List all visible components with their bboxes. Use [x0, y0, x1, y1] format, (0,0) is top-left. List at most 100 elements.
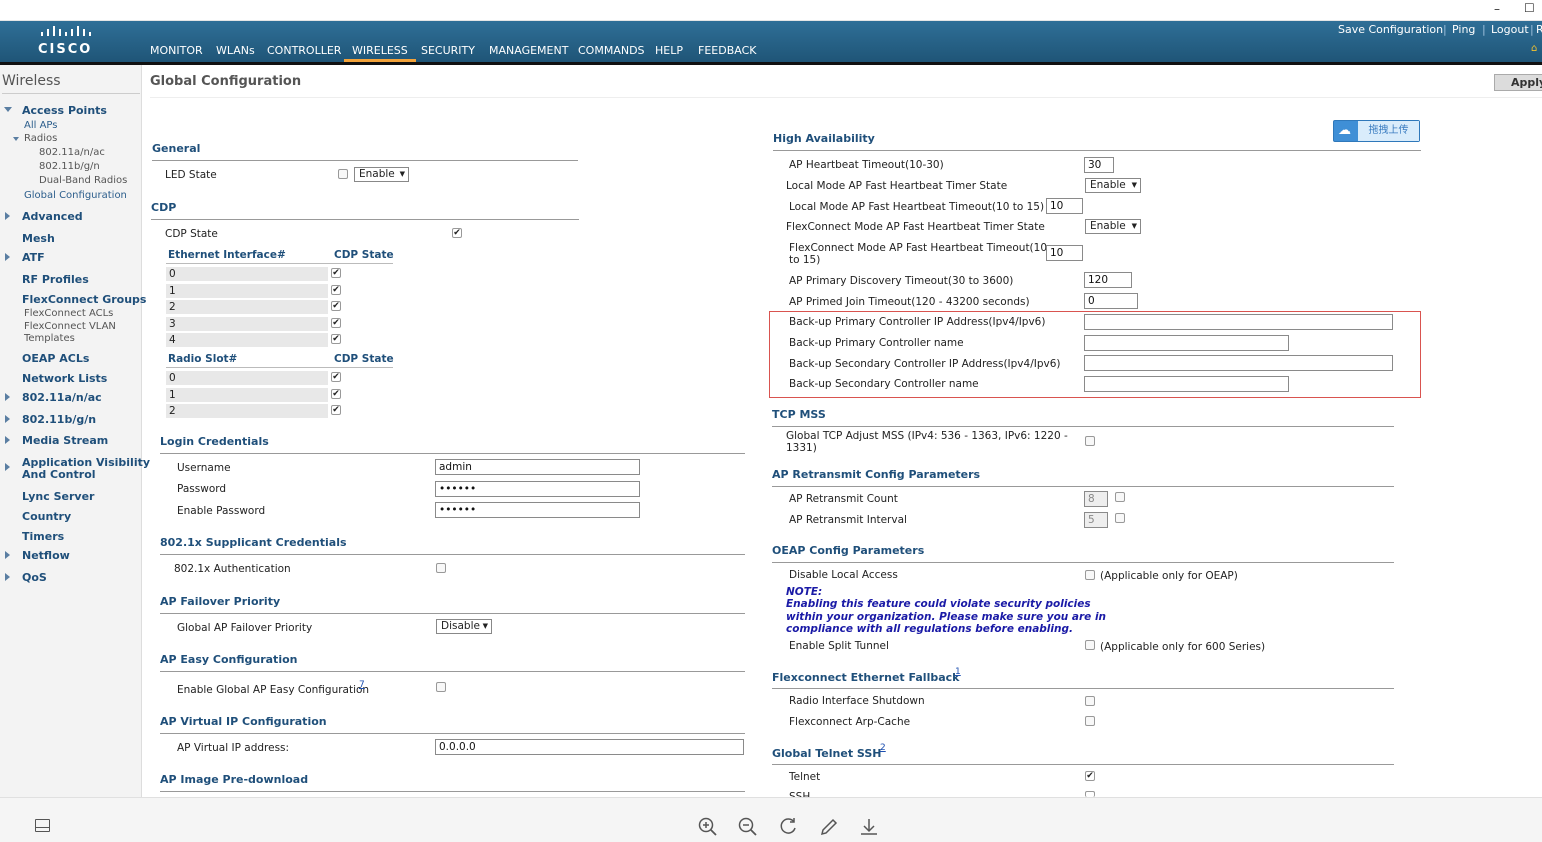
- sidebar-item-radio-a[interactable]: 802.11a/n/ac: [39, 147, 105, 158]
- apply-button[interactable]: Apply: [1494, 74, 1542, 91]
- upload-button[interactable]: ☁ 拖拽上传: [1333, 120, 1420, 142]
- led-state-select[interactable]: Enable ▼: [354, 167, 409, 182]
- username-input[interactable]: admin: [435, 459, 640, 475]
- arp-cache-checkbox[interactable]: [1085, 716, 1095, 726]
- tcp-mss-checkbox[interactable]: [1085, 436, 1095, 446]
- retransmit-interval-input[interactable]: 5: [1084, 512, 1108, 528]
- nav-wlans[interactable]: WLANs: [216, 44, 255, 57]
- sidebar-item-media-stream[interactable]: Media Stream: [22, 434, 108, 447]
- retransmit-count-input[interactable]: 8: [1084, 491, 1108, 507]
- virtual-ip-input[interactable]: 0.0.0.0: [435, 739, 744, 755]
- primary-discovery-timeout-input[interactable]: 120: [1084, 272, 1132, 288]
- expand-right-icon[interactable]: [5, 573, 10, 581]
- sidebar-item-radios[interactable]: Radios: [24, 133, 57, 144]
- expand-right-icon[interactable]: [5, 463, 10, 471]
- sidebar-item-flexconnect-acls[interactable]: FlexConnect ACLs: [24, 308, 113, 319]
- nav-monitor[interactable]: MONITOR: [150, 44, 203, 57]
- minimize-button[interactable]: –: [1494, 2, 1500, 16]
- sidebar-item-rf-profiles[interactable]: RF Profiles: [22, 273, 89, 286]
- sidebar-item-80211bgn[interactable]: 802.11b/g/n: [22, 413, 96, 426]
- sidebar-item-timers[interactable]: Timers: [22, 530, 64, 543]
- expand-right-icon[interactable]: [5, 212, 10, 220]
- expand-right-icon[interactable]: [5, 415, 10, 423]
- radio-cdp-checkbox[interactable]: ✔: [331, 389, 341, 399]
- retransmit-interval-checkbox[interactable]: [1115, 513, 1125, 523]
- zoom-in-icon[interactable]: [698, 817, 718, 837]
- nav-feedback[interactable]: FEEDBACK: [698, 44, 756, 57]
- backup-primary-name-input[interactable]: [1084, 335, 1289, 351]
- failover-priority-select[interactable]: Disable ▼: [436, 619, 492, 634]
- sidebar-item-global-configuration[interactable]: Global Configuration: [24, 190, 127, 201]
- nav-wireless[interactable]: WIRELESS: [344, 44, 416, 63]
- password-input[interactable]: ••••••: [435, 481, 640, 497]
- sidebar-item-radio-b[interactable]: 802.11b/g/n: [39, 161, 100, 172]
- sidebar-item-dual-band[interactable]: Dual-Band Radios: [39, 175, 127, 186]
- maximize-button[interactable]: ☐: [1524, 1, 1535, 15]
- expand-right-icon[interactable]: [5, 253, 10, 261]
- sidebar-item-flexconnect-vlan[interactable]: FlexConnect VLAN: [24, 321, 116, 332]
- disable-local-access-checkbox[interactable]: [1085, 570, 1095, 580]
- sidebar-item-network-lists[interactable]: Network Lists: [22, 372, 107, 385]
- nav-controller[interactable]: CONTROLLER: [267, 44, 341, 57]
- expand-down-icon[interactable]: [4, 107, 12, 112]
- eth-cdp-checkbox[interactable]: ✔: [331, 301, 341, 311]
- zoom-out-icon[interactable]: [738, 817, 758, 837]
- split-tunnel-checkbox[interactable]: [1085, 640, 1095, 650]
- refresh-link[interactable]: R: [1536, 23, 1542, 36]
- sidebar-item-all-aps[interactable]: All APs: [24, 120, 57, 131]
- expand-right-icon[interactable]: [5, 393, 10, 401]
- nav-security[interactable]: SECURITY: [421, 44, 475, 57]
- sidebar-item-templates[interactable]: Templates: [24, 333, 75, 344]
- sidebar-item-oeap-acls[interactable]: OEAP ACLs: [22, 352, 89, 365]
- expand-down-icon[interactable]: [13, 137, 19, 141]
- pencil-icon[interactable]: [819, 817, 839, 837]
- backup-primary-ip-input[interactable]: [1084, 314, 1393, 330]
- local-mode-timer-state-select[interactable]: Enable ▼: [1085, 178, 1141, 193]
- cdp-state-checkbox[interactable]: ✔: [452, 228, 462, 238]
- sidebar-item-access-points[interactable]: Access Points: [22, 104, 107, 117]
- eth-cdp-checkbox[interactable]: ✔: [331, 285, 341, 295]
- eth-cdp-checkbox[interactable]: ✔: [331, 334, 341, 344]
- dot1x-auth-checkbox[interactable]: [436, 563, 446, 573]
- download-icon[interactable]: [859, 817, 879, 837]
- sidebar-item-lync-server[interactable]: Lync Server: [22, 490, 94, 503]
- sidebar-item-atf[interactable]: ATF: [22, 251, 45, 264]
- primed-join-timeout-input[interactable]: 0: [1084, 293, 1138, 309]
- radio-cdp-checkbox[interactable]: ✔: [331, 372, 341, 382]
- easy-config-checkbox[interactable]: [436, 682, 446, 692]
- retransmit-count-checkbox[interactable]: [1115, 492, 1125, 502]
- telnet-checkbox[interactable]: ✔: [1085, 771, 1095, 781]
- footnote-link[interactable]: 2: [880, 743, 886, 753]
- eth-cdp-checkbox[interactable]: ✔: [331, 318, 341, 328]
- sidebar-item-mesh[interactable]: Mesh: [22, 232, 55, 245]
- save-configuration-link[interactable]: Save Configuration: [1338, 23, 1443, 36]
- nav-commands[interactable]: COMMANDS: [578, 44, 645, 57]
- expand-right-icon[interactable]: [5, 551, 10, 559]
- ping-link[interactable]: Ping: [1452, 23, 1475, 36]
- backup-secondary-ip-input[interactable]: [1084, 355, 1393, 371]
- enable-password-input[interactable]: ••••••: [435, 502, 640, 518]
- flexconnect-timer-state-select[interactable]: Enable ▼: [1085, 219, 1141, 234]
- nav-help[interactable]: HELP: [655, 44, 683, 57]
- panel-icon[interactable]: [35, 819, 50, 832]
- home-icon[interactable]: ⌂: [1531, 43, 1537, 54]
- footnote-link[interactable]: 7: [359, 680, 365, 690]
- nav-management[interactable]: MANAGEMENT: [489, 44, 568, 57]
- sidebar-item-netflow[interactable]: Netflow: [22, 549, 70, 562]
- expand-right-icon[interactable]: [5, 436, 10, 444]
- eth-cdp-checkbox[interactable]: ✔: [331, 268, 341, 278]
- sidebar-item-country[interactable]: Country: [22, 510, 71, 523]
- footnote-link[interactable]: 1: [955, 667, 961, 677]
- led-state-checkbox[interactable]: [338, 169, 348, 179]
- sidebar-item-flexconnect-groups[interactable]: FlexConnect Groups: [22, 293, 146, 306]
- sidebar-item-80211anac[interactable]: 802.11a/n/ac: [22, 391, 102, 404]
- heartbeat-timeout-input[interactable]: 30: [1084, 157, 1114, 173]
- sidebar-item-qos[interactable]: QoS: [22, 571, 47, 584]
- radio-interface-shutdown-checkbox[interactable]: [1085, 696, 1095, 706]
- radio-cdp-checkbox[interactable]: ✔: [331, 405, 341, 415]
- sidebar-item-avc-line2[interactable]: And Control: [22, 468, 96, 481]
- backup-secondary-name-input[interactable]: [1084, 376, 1289, 392]
- sidebar-item-advanced[interactable]: Advanced: [22, 210, 83, 223]
- flexconnect-timeout-input[interactable]: 10: [1046, 245, 1083, 261]
- rotate-icon[interactable]: [779, 817, 799, 837]
